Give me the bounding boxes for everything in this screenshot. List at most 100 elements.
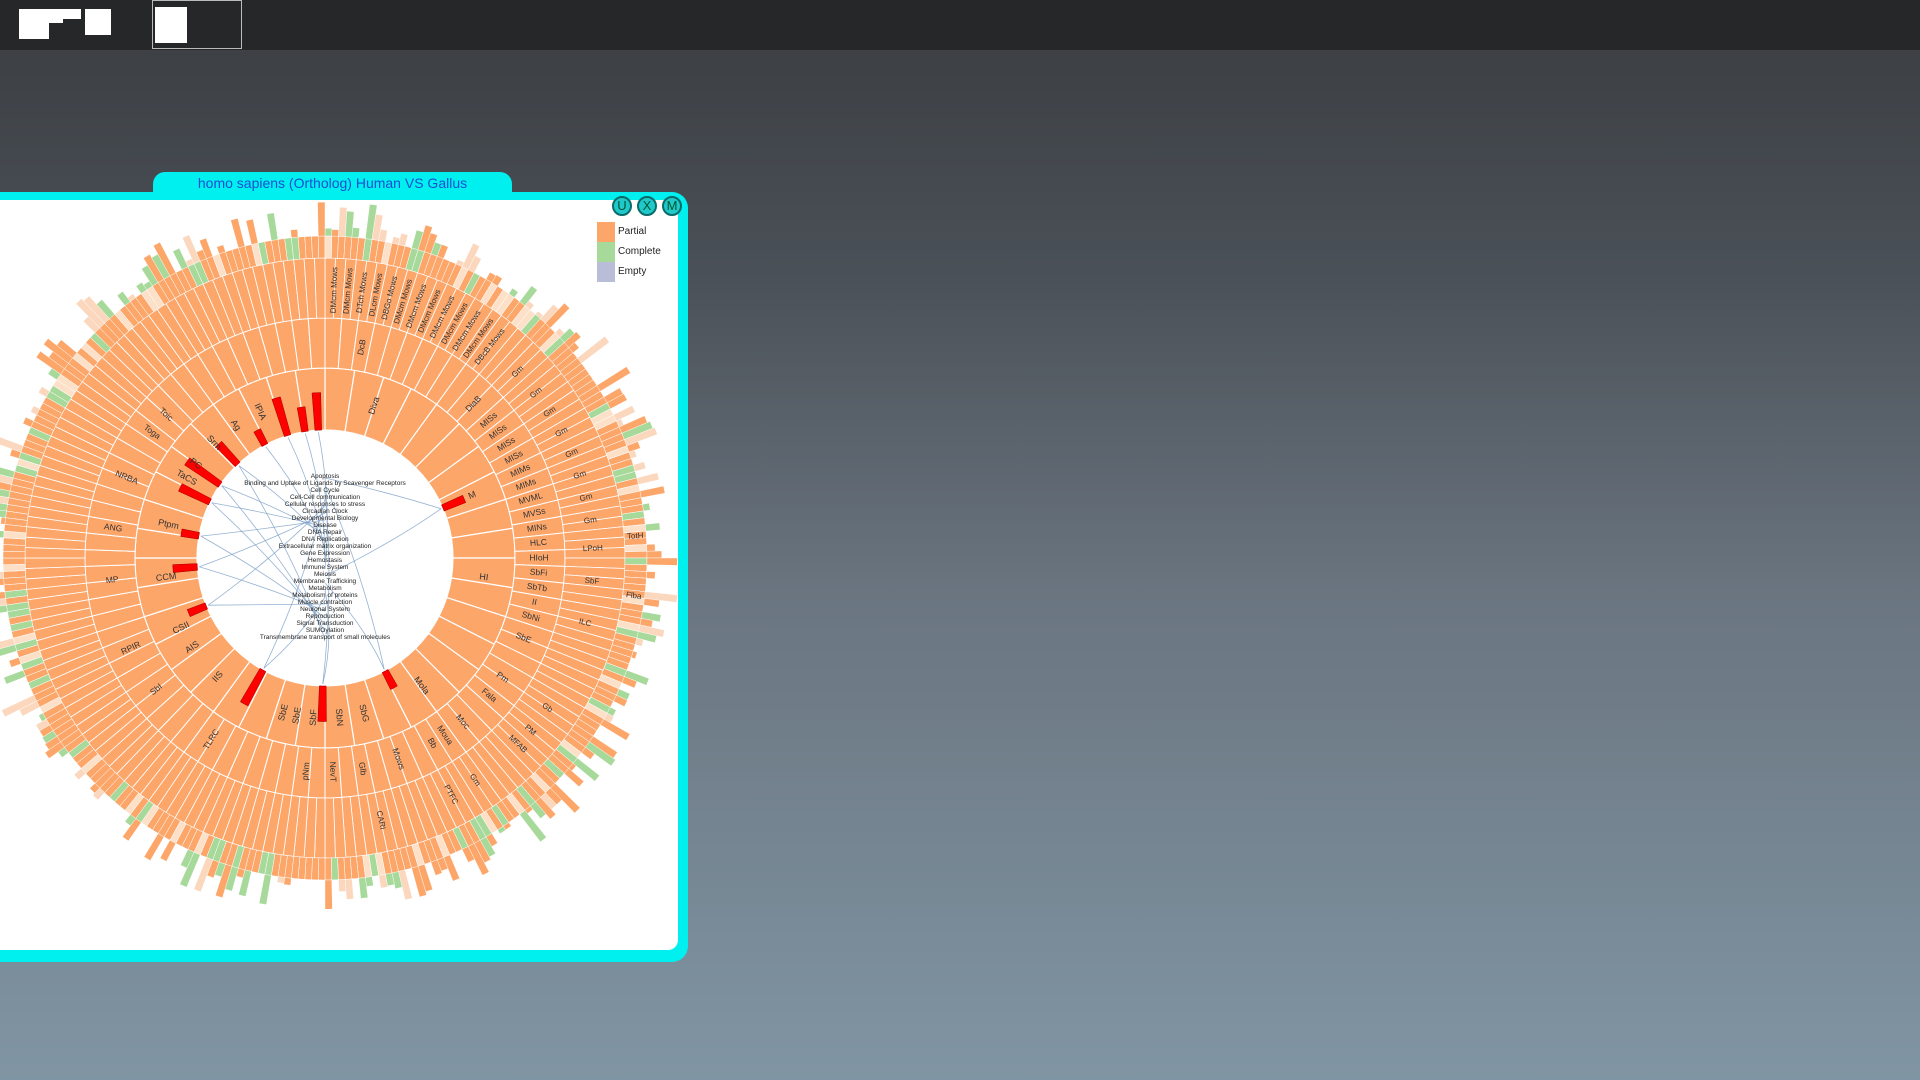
ring5-segment	[8, 657, 22, 668]
category-label: SUMOylation	[306, 627, 345, 634]
segment-label: SbF	[584, 576, 600, 586]
ring5-segment	[3, 669, 26, 685]
segment-label: SbN	[334, 708, 345, 726]
legend-swatch	[597, 262, 615, 282]
segment-label: LPoH	[583, 543, 604, 553]
ring5-segment	[634, 637, 644, 647]
segment-label: SbFi	[529, 567, 547, 578]
ring5-segment	[633, 461, 647, 472]
category-label: Reproduction	[306, 613, 345, 620]
ring3-segment	[314, 257, 326, 319]
ring4-segment	[624, 557, 648, 565]
sunburst-chart: ApoptosisBinding and Uptake of Ligands b…	[0, 201, 678, 910]
ring4-segment	[311, 857, 319, 881]
category-label: Apoptosis	[311, 473, 340, 480]
ring5-segment	[324, 879, 333, 910]
ring5-segment	[646, 543, 656, 552]
category-label: Signal Transduction	[296, 620, 353, 627]
ring4-segment	[318, 857, 326, 881]
ring5-segment	[636, 472, 660, 485]
ring4-segment	[331, 235, 339, 259]
ring5-segment	[331, 229, 339, 237]
ring3-segment	[324, 797, 336, 859]
ring5-segment	[642, 502, 651, 512]
segment-label: HLC	[530, 537, 548, 548]
segment-label: pNm	[300, 762, 312, 781]
ring5-segment	[577, 336, 610, 364]
ring5-segment	[338, 879, 347, 892]
ring4-segment	[3, 570, 26, 579]
legend-swatch	[597, 222, 615, 242]
category-label: Gene Expression	[300, 550, 350, 557]
ring4-segment	[624, 551, 648, 559]
ring5-segment	[230, 218, 246, 249]
ring5-segment	[172, 247, 189, 270]
legend: Partial Complete Empty	[597, 222, 661, 282]
u-button[interactable]: U	[612, 196, 632, 216]
ring4-segment	[324, 235, 332, 259]
category-label: Meiosis	[314, 571, 337, 578]
category-label: Hemostasis	[308, 557, 343, 564]
category-label: Membrane Trafficking	[294, 578, 357, 585]
ring5-segment	[276, 876, 285, 884]
segment-label: MP	[105, 574, 119, 585]
ring5-segment	[613, 405, 636, 422]
ring5-segment	[266, 212, 279, 241]
category-label: Disease	[313, 522, 337, 529]
ring4-segment	[324, 857, 332, 881]
segment-label: NevT	[328, 762, 339, 783]
open-window-thumbnail[interactable]	[152, 0, 242, 49]
ring5-segment	[646, 557, 678, 566]
close-button[interactable]: X	[637, 196, 657, 216]
segment-label: Gm	[583, 515, 597, 526]
segment-label: HIoH	[529, 552, 548, 562]
ring5-segment	[0, 604, 8, 614]
ring5-segment	[600, 718, 631, 741]
ring5-segment	[0, 530, 5, 538]
ring5-segment	[283, 877, 292, 886]
ring5-segment	[345, 878, 354, 900]
ring5-segment	[645, 522, 661, 532]
ring5-segment	[351, 227, 360, 238]
ring5-segment	[398, 233, 409, 247]
category-label: Transmembrane transport of small molecul…	[260, 634, 391, 641]
ring4-segment	[304, 236, 313, 259]
ring5-segment	[0, 578, 5, 586]
category-label: DNA Repair	[308, 529, 343, 536]
segment-label: HI	[479, 571, 489, 582]
category-label: Extracellular matrix organization	[279, 543, 372, 550]
highlight-bar	[317, 685, 327, 722]
category-label: DNA Replication	[301, 536, 349, 543]
ring4-segment	[311, 235, 319, 259]
category-label: Binding and Uptake of Ligands by Scaveng…	[244, 480, 406, 487]
segment-label: SbF	[308, 708, 319, 726]
category-label: Neuronal System	[300, 606, 350, 613]
ring4-segment	[2, 557, 26, 565]
ring5-segment	[365, 876, 374, 887]
ring2-segment	[84, 549, 136, 567]
ring4-segment	[624, 564, 648, 572]
segment-label: TotH	[627, 531, 644, 541]
window-content: Apoptosis Binding and Uptake of Ligands b…	[0, 200, 678, 950]
ring4-segment	[624, 544, 648, 552]
category-label: Cell-Cell communication	[290, 494, 360, 501]
ring5-segment	[639, 485, 666, 498]
ring4-segment	[2, 551, 26, 559]
category-label: Metabolism of proteins	[292, 592, 358, 599]
category-label: Muscle contraction	[298, 599, 353, 606]
ring5-segment	[324, 228, 333, 237]
legend-label: Partial	[618, 226, 646, 237]
category-label: Developmental Biology	[292, 515, 359, 522]
ring5-segment	[290, 229, 299, 238]
legend-label: Empty	[618, 266, 646, 277]
segment-label: DMcm Mows	[329, 267, 340, 314]
maximize-button[interactable]: M	[662, 196, 682, 216]
window-title[interactable]: homo sapiens (Ortholog) Human VS Gallus	[153, 172, 512, 196]
category-label: Immune System	[302, 564, 349, 571]
category-label: Cell Cycle	[310, 487, 340, 494]
ring5-segment	[159, 839, 177, 862]
ring4-segment	[318, 235, 326, 259]
window-layout-icon[interactable]	[14, 6, 114, 42]
ring5-segment	[245, 218, 259, 245]
ring4-segment	[337, 857, 346, 880]
